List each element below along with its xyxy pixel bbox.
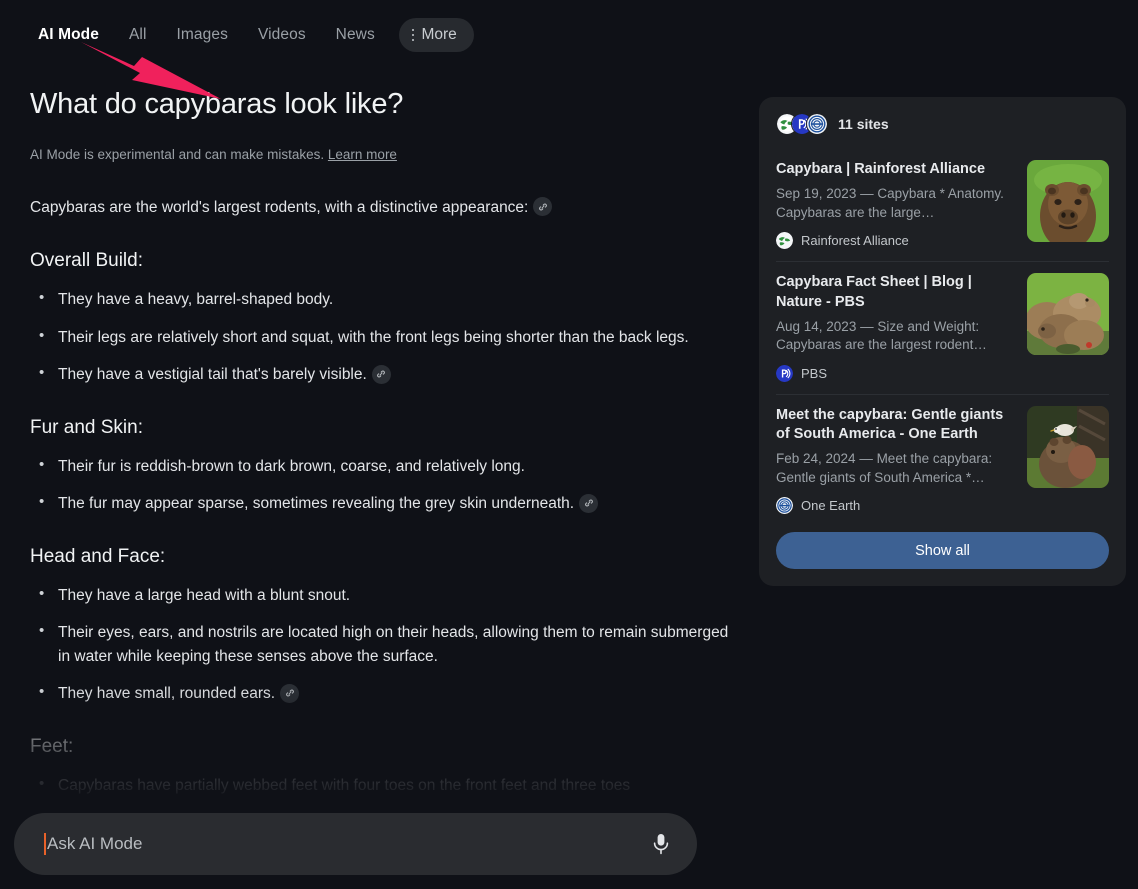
- source-result-item[interactable]: Capybara | Rainforest Alliance Sep 19, 2…: [776, 149, 1109, 263]
- source-text-block: Capybara | Rainforest Alliance Sep 19, 2…: [776, 160, 1013, 250]
- source-title: Capybara Fact Sheet | Blog | Nature - PB…: [776, 274, 972, 310]
- bullet-list: They have a heavy, barrel-shaped body. T…: [30, 287, 730, 387]
- section-heading: Head and Face:: [30, 545, 166, 567]
- intro-text: Capybaras are the world's largest rodent…: [30, 199, 529, 216]
- source-thumbnail: [1027, 405, 1109, 488]
- answer-content: What do capybaras look like? AI Mode is …: [30, 88, 730, 818]
- citation-chip[interactable]: [533, 197, 553, 217]
- show-all-button[interactable]: Show all: [776, 532, 1109, 570]
- more-button[interactable]: More: [398, 18, 474, 52]
- search-input[interactable]: [47, 834, 647, 854]
- rainforest-alliance-favicon-icon: [776, 232, 793, 250]
- source-origin-name: One Earth: [801, 498, 861, 514]
- source-snippet: Feb 24, 2024 — Meet the capybara: Gentle…: [776, 451, 993, 485]
- sources-panel: 11 sites Capybara | Rainforest Alliance …: [759, 97, 1126, 587]
- section-head-and-face: Head and Face: They have a large head wi…: [30, 546, 730, 706]
- more-button-label: More: [421, 26, 457, 43]
- list-item-text: The fur may appear sparse, sometimes rev…: [58, 495, 575, 513]
- top-navigation: AI Mode All Images Videos News More: [30, 18, 474, 52]
- list-item: They have small, rounded ears.: [30, 681, 730, 706]
- list-item-text: They have a large head with a blunt snou…: [58, 586, 351, 604]
- source-origin-name: Rainforest Alliance: [801, 233, 909, 249]
- citation-chip[interactable]: [371, 364, 391, 384]
- bullet-list: They have a large head with a blunt snou…: [30, 583, 730, 706]
- list-item-text: They have a vestigial tail that's barely…: [58, 366, 367, 384]
- ask-ai-mode-bar[interactable]: [14, 813, 697, 875]
- list-item-text: Their eyes, ears, and nostrils are locat…: [58, 624, 729, 665]
- source-title: Meet the capybara: Gentle giants of Sout…: [776, 406, 1004, 442]
- source-origin: PBS: [776, 364, 1013, 382]
- section-feet: Feet: Capybaras have partially webbed fe…: [30, 736, 730, 798]
- source-thumbnail: [1027, 273, 1109, 356]
- source-result-item[interactable]: Meet the capybara: Gentle giants of Sout…: [776, 395, 1109, 529]
- section-overall-build: Overall Build: They have a heavy, barrel…: [30, 250, 730, 387]
- source-origin-name: PBS: [801, 365, 828, 381]
- source-snippet: Aug 14, 2023 — Size and Weight: Capybara…: [776, 318, 987, 353]
- list-item: They have a heavy, barrel-shaped body.: [30, 287, 730, 312]
- section-heading: Fur and Skin:: [30, 416, 143, 438]
- list-item: They have a large head with a blunt snou…: [30, 583, 730, 608]
- microphone-button[interactable]: [647, 828, 675, 860]
- list-item-text: Their fur is reddish-brown to dark brown…: [58, 457, 525, 475]
- sites-count-label: 11 sites: [838, 116, 889, 132]
- source-origin: Rainforest Alliance: [776, 232, 1013, 250]
- citation-chip[interactable]: [280, 683, 300, 703]
- text-cursor: [44, 833, 46, 855]
- list-item: The fur may appear sparse, sometimes rev…: [30, 491, 730, 516]
- microphone-icon: [653, 834, 669, 855]
- tab-videos[interactable]: Videos: [243, 18, 321, 52]
- list-item-text: Their legs are relatively short and squa…: [58, 328, 689, 346]
- section-heading: Feet:: [30, 735, 74, 757]
- bullet-list: Their fur is reddish-brown to dark brown…: [30, 454, 730, 516]
- source-text-block: Capybara Fact Sheet | Blog | Nature - PB…: [776, 273, 1013, 382]
- list-item-text: They have a heavy, barrel-shaped body.: [58, 291, 334, 309]
- list-item: Capybaras have partially webbed feet wit…: [30, 773, 730, 798]
- list-item-text: Capybaras have partially webbed feet wit…: [58, 776, 631, 794]
- list-item-text: They have small, rounded ears.: [58, 685, 276, 703]
- source-title: Capybara | Rainforest Alliance: [776, 161, 986, 177]
- section-fur-and-skin: Fur and Skin: Their fur is reddish-brown…: [30, 417, 730, 516]
- tab-images[interactable]: Images: [162, 18, 243, 52]
- learn-more-link[interactable]: Learn more: [328, 147, 397, 162]
- list-item: They have a vestigial tail that's barely…: [30, 362, 730, 387]
- one-earth-favicon-icon: [776, 497, 793, 515]
- source-result-item[interactable]: Capybara Fact Sheet | Blog | Nature - PB…: [776, 262, 1109, 395]
- source-text-block: Meet the capybara: Gentle giants of Sout…: [776, 406, 1013, 515]
- bullet-list: Capybaras have partially webbed feet wit…: [30, 773, 730, 798]
- source-origin: One Earth: [776, 497, 1013, 515]
- intro-paragraph: Capybaras are the world's largest rodent…: [30, 196, 730, 220]
- citation-chip[interactable]: [579, 493, 599, 513]
- disclaimer-text: AI Mode is experimental and can make mis…: [30, 147, 325, 162]
- page-title: What do capybaras look like?: [30, 88, 404, 120]
- tab-all[interactable]: All: [114, 18, 162, 52]
- tab-ai-mode[interactable]: AI Mode: [30, 18, 114, 52]
- favicon-stack: [776, 113, 828, 135]
- three-dots-vertical-icon: [411, 28, 415, 42]
- sites-summary-row[interactable]: 11 sites: [776, 113, 1109, 135]
- pbs-favicon-icon: [776, 364, 793, 382]
- list-item: Their eyes, ears, and nostrils are locat…: [30, 620, 730, 668]
- one-earth-favicon-icon: [806, 113, 828, 135]
- disclaimer: AI Mode is experimental and can make mis…: [30, 147, 730, 162]
- list-item: Their fur is reddish-brown to dark brown…: [30, 454, 730, 479]
- list-item: Their legs are relatively short and squa…: [30, 325, 730, 350]
- source-snippet: Sep 19, 2023 — Capybara * Anatomy. Capyb…: [776, 186, 1004, 220]
- tab-news[interactable]: News: [321, 18, 390, 52]
- section-heading: Overall Build:: [30, 250, 143, 272]
- source-thumbnail: [1027, 160, 1109, 242]
